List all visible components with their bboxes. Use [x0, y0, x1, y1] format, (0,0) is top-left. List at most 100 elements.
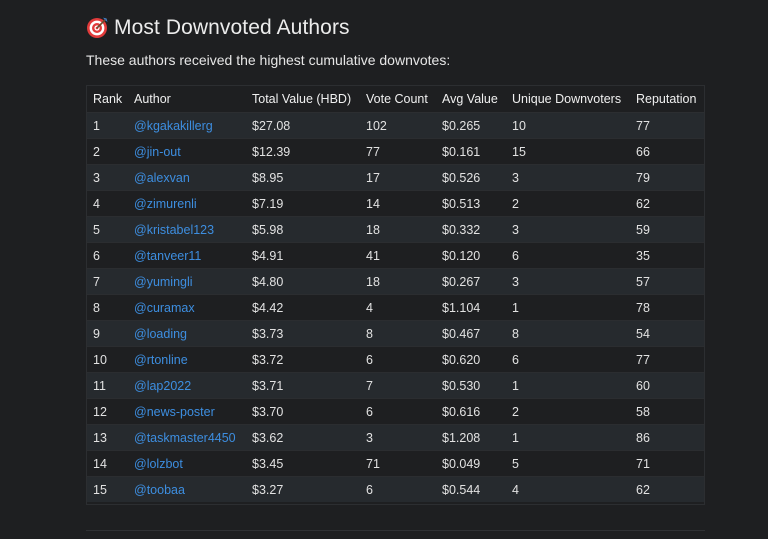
reputation-cell: 58: [629, 398, 705, 425]
reputation-cell: 86: [629, 424, 705, 451]
author-cell: @rtonline: [127, 346, 245, 373]
table-row: 11 @lap2022 $3.71 7 $0.530 1 60: [86, 372, 705, 399]
reputation-cell: 79: [629, 164, 705, 191]
vote-count-cell: 6: [359, 346, 435, 373]
vote-count-cell: 102: [359, 112, 435, 139]
main-content: Most Downvoted Authors These authors rec…: [86, 0, 705, 531]
total-value-cell: $3.71: [245, 372, 359, 399]
total-value-cell: $3.45: [245, 450, 359, 477]
total-value-cell: $12.39: [245, 138, 359, 165]
avg-value-cell: $0.267: [435, 268, 505, 295]
rank-cell: 9: [86, 320, 127, 347]
total-value-cell: $3.70: [245, 398, 359, 425]
column-header-rank[interactable]: Rank: [86, 85, 127, 113]
avg-value-cell: $0.467: [435, 320, 505, 347]
author-cell: @loading: [127, 320, 245, 347]
table-row: 5 @kristabel123 $5.98 18 $0.332 3 59: [86, 216, 705, 243]
author-link[interactable]: @curamax: [134, 301, 195, 315]
unique-downvoters-cell: 2: [505, 190, 629, 217]
vote-count-cell: 6: [359, 476, 435, 502]
column-header-reputation[interactable]: Reputation: [629, 85, 705, 113]
rank-cell: 6: [86, 242, 127, 269]
rank-cell: 15: [86, 476, 127, 502]
table-row: 6 @tanveer11 $4.91 41 $0.120 6 35: [86, 242, 705, 269]
author-cell: @kgakakillerg: [127, 112, 245, 139]
author-link[interactable]: @kgakakillerg: [134, 119, 213, 133]
author-link[interactable]: @lap2022: [134, 379, 191, 393]
author-cell: @yumingli: [127, 268, 245, 295]
reputation-cell: 66: [629, 138, 705, 165]
avg-value-cell: $0.120: [435, 242, 505, 269]
unique-downvoters-cell: 8: [505, 320, 629, 347]
author-link[interactable]: @loading: [134, 327, 187, 341]
table-row: 1 @kgakakillerg $27.08 102 $0.265 10 77: [86, 112, 705, 139]
rank-cell: 1: [86, 112, 127, 139]
author-cell: @lolzbot: [127, 450, 245, 477]
page-title: Most Downvoted Authors: [86, 0, 705, 44]
avg-value-cell: $0.161: [435, 138, 505, 165]
author-link[interactable]: @kristabel123: [134, 223, 214, 237]
avg-value-cell: $0.544: [435, 476, 505, 502]
total-value-cell: $7.19: [245, 190, 359, 217]
author-cell: @curamax: [127, 294, 245, 321]
page-title-text: Most Downvoted Authors: [114, 15, 350, 39]
table-row: 7 @yumingli $4.80 18 $0.267 3 57: [86, 268, 705, 295]
unique-downvoters-cell: 1: [505, 372, 629, 399]
avg-value-cell: $0.513: [435, 190, 505, 217]
table-row: 12 @news-poster $3.70 6 $0.616 2 58: [86, 398, 705, 425]
column-header-total-value[interactable]: Total Value (HBD): [245, 85, 359, 113]
reputation-cell: 59: [629, 216, 705, 243]
vote-count-cell: 6: [359, 398, 435, 425]
author-link[interactable]: @lolzbot: [134, 457, 183, 471]
reputation-cell: 60: [629, 372, 705, 399]
direct-hit-target-icon: [86, 17, 108, 39]
table-row: 13 @taskmaster4450 $3.62 3 $1.208 1 86: [86, 424, 705, 451]
reputation-cell: 62: [629, 190, 705, 217]
author-link[interactable]: @yumingli: [134, 275, 193, 289]
column-header-vote-count[interactable]: Vote Count: [359, 85, 435, 113]
table-row: 3 @alexvan $8.95 17 $0.526 3 79: [86, 164, 705, 191]
vote-count-cell: 77: [359, 138, 435, 165]
table-row: 8 @curamax $4.42 4 $1.104 1 78: [86, 294, 705, 321]
total-value-cell: $8.95: [245, 164, 359, 191]
unique-downvoters-cell: 1: [505, 294, 629, 321]
vote-count-cell: 3: [359, 424, 435, 451]
total-value-cell: $4.80: [245, 268, 359, 295]
rank-cell: 10: [86, 346, 127, 373]
unique-downvoters-cell: 2: [505, 398, 629, 425]
author-link[interactable]: @taskmaster4450: [134, 431, 236, 445]
table-row: 10 @rtonline $3.72 6 $0.620 6 77: [86, 346, 705, 373]
rank-cell: 12: [86, 398, 127, 425]
avg-value-cell: $0.530: [435, 372, 505, 399]
total-value-cell: $3.73: [245, 320, 359, 347]
author-link[interactable]: @jin-out: [134, 145, 181, 159]
author-link[interactable]: @alexvan: [134, 171, 190, 185]
column-header-unique-downvoters[interactable]: Unique Downvoters: [505, 85, 629, 113]
author-link[interactable]: @tanveer11: [134, 249, 201, 263]
unique-downvoters-cell: 6: [505, 242, 629, 269]
table-row: 2 @jin-out $12.39 77 $0.161 15 66: [86, 138, 705, 165]
rank-cell: 7: [86, 268, 127, 295]
unique-downvoters-cell: 3: [505, 164, 629, 191]
total-value-cell: $27.08: [245, 112, 359, 139]
rank-cell: 5: [86, 216, 127, 243]
column-header-avg-value[interactable]: Avg Value: [435, 85, 505, 113]
author-cell: @zimurenli: [127, 190, 245, 217]
downvoted-authors-table: Rank Author Total Value (HBD) Vote Count…: [86, 85, 705, 502]
author-link[interactable]: @rtonline: [134, 353, 188, 367]
vote-count-cell: 14: [359, 190, 435, 217]
unique-downvoters-cell: 3: [505, 268, 629, 295]
author-link[interactable]: @toobaa: [134, 483, 185, 497]
avg-value-cell: $0.620: [435, 346, 505, 373]
avg-value-cell: $0.526: [435, 164, 505, 191]
total-value-cell: $5.98: [245, 216, 359, 243]
author-link[interactable]: @news-poster: [134, 405, 215, 419]
reputation-cell: 62: [629, 476, 705, 502]
author-link[interactable]: @zimurenli: [134, 197, 197, 211]
avg-value-cell: $1.104: [435, 294, 505, 321]
avg-value-cell: $0.616: [435, 398, 505, 425]
total-value-cell: $3.62: [245, 424, 359, 451]
column-header-author[interactable]: Author: [127, 85, 245, 113]
vote-count-cell: 8: [359, 320, 435, 347]
unique-downvoters-cell: 6: [505, 346, 629, 373]
